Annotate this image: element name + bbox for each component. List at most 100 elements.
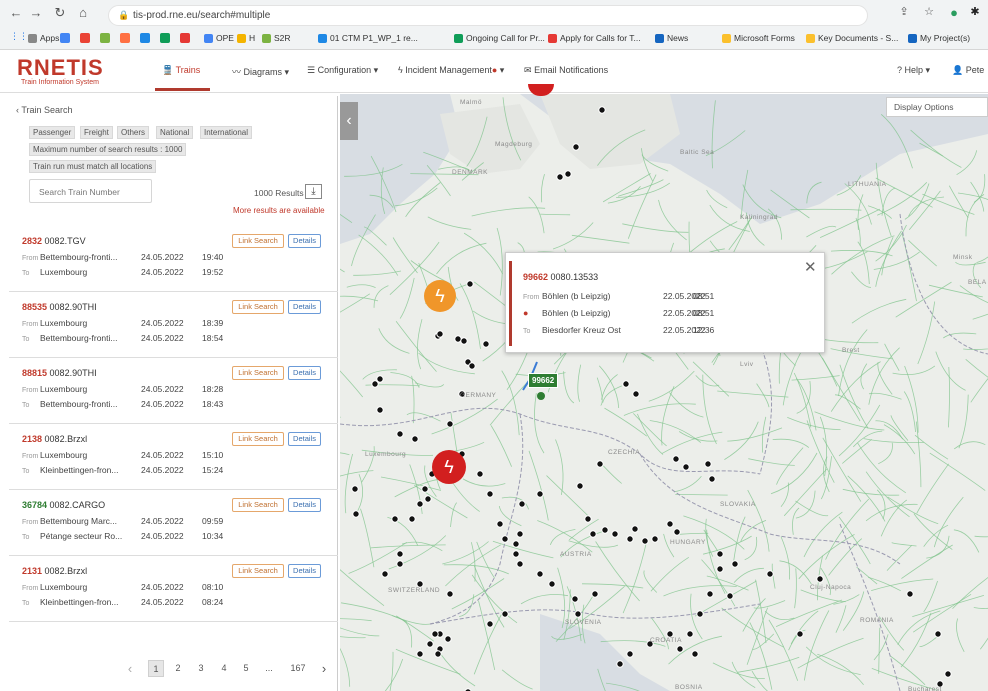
details-button[interactable]: Details <box>288 300 321 314</box>
reload-icon[interactable]: ↻ <box>51 5 69 21</box>
page-5[interactable]: 5 <box>238 660 254 677</box>
rne-logo[interactable]: RNETIS Train Information System <box>17 57 104 87</box>
collapse-panel-button[interactable]: ‹ <box>340 102 358 140</box>
nav-diagrams-label: Diagrams <box>243 67 283 77</box>
rail-line <box>915 421 922 488</box>
filter-chip-others[interactable]: Others <box>117 126 150 139</box>
rail-line <box>830 348 893 360</box>
to-time: 10:34 <box>202 531 224 541</box>
address-bar[interactable]: 🔒 tis-prod.rne.eu/search#multiple <box>108 5 868 26</box>
rail-line <box>878 627 881 674</box>
shortcut-favicon-icon[interactable] <box>160 33 170 43</box>
from-label: From <box>22 585 39 592</box>
next-page-icon[interactable]: › <box>316 660 332 677</box>
display-options-select[interactable]: Display Options <box>886 97 988 117</box>
page-167[interactable]: 167 <box>290 660 306 677</box>
user-menu[interactable]: 👤 Pete <box>952 65 984 76</box>
map-canvas[interactable]: DENMARK Baltic Sea LITHUANIA Kaliningrad GER… <box>340 94 988 691</box>
bookmark-item[interactable]: Ongoing Call for Pr... <box>454 31 545 45</box>
nav-configuration[interactable]: ☰ Configuration ▾ <box>307 65 378 76</box>
link-search-button[interactable]: Link Search <box>232 234 284 248</box>
nav-email-notifications[interactable]: ✉ Email Notifications <box>524 65 608 76</box>
download-icon[interactable]: ⤓ <box>305 184 322 199</box>
bookmark-item[interactable]: 01 CTM P1_WP_1 re... <box>318 31 418 45</box>
result-card[interactable]: 2131 0082.Brzxl Link Search Details From Lux… <box>9 556 338 622</box>
home-icon[interactable]: ⌂ <box>74 5 92 20</box>
train-position-label[interactable]: 99662 <box>528 373 559 388</box>
popup-station: Böhlen (b Leipzig) <box>542 291 611 301</box>
bookmark-item[interactable]: Apply for Calls for T... <box>548 31 641 45</box>
from-date: 24.05.2022 <box>141 318 184 328</box>
page-3[interactable]: 3 <box>193 660 209 677</box>
station-marker <box>673 528 681 536</box>
nav-trains[interactable]: 🚆 Trains <box>162 65 200 76</box>
details-button[interactable]: Details <box>288 432 321 446</box>
page-2[interactable]: 2 <box>170 660 186 677</box>
train-number-search-input[interactable]: Search Train Number <box>29 179 152 203</box>
bookmark-item[interactable]: Key Documents - S... <box>806 31 898 45</box>
link-search-button[interactable]: Link Search <box>232 366 284 380</box>
bookmark-item[interactable]: OPE <box>204 31 234 45</box>
back-to-search[interactable]: ‹ Train Search <box>16 105 73 115</box>
match-all-chip[interactable]: Train run must match all locations <box>29 160 157 173</box>
back-arrow-icon[interactable]: ← <box>7 5 25 20</box>
train-number: 88815 0082.90THI <box>22 368 97 378</box>
shortcut-favicon-icon[interactable] <box>80 33 90 43</box>
bookmark-item[interactable]: S2R <box>262 31 291 45</box>
filter-chip-international[interactable]: International <box>200 126 253 139</box>
bookmark-item[interactable]: Microsoft Forms <box>722 31 795 45</box>
filter-chip-national[interactable]: National <box>156 126 194 139</box>
bookmark-item[interactable]: My Project(s) <box>908 31 970 45</box>
extension-icon[interactable]: ● <box>945 5 963 20</box>
forward-arrow-icon[interactable]: → <box>27 5 45 20</box>
station-marker <box>626 535 634 543</box>
shortcut-favicon-icon[interactable] <box>140 33 150 43</box>
to-date: 24.05.2022 <box>141 531 184 541</box>
result-card[interactable]: 2138 0082.Brzxl Link Search Details From Lux… <box>9 424 338 490</box>
apps-grid-icon[interactable]: ⋮⋮ <box>10 31 28 42</box>
shortcut-favicon-icon[interactable] <box>60 33 70 43</box>
page-4[interactable]: 4 <box>216 660 232 677</box>
bookmark-item[interactable]: H <box>237 31 255 45</box>
filter-chip-freight[interactable]: Freight <box>80 126 113 139</box>
rail-line <box>873 634 889 661</box>
link-search-button[interactable]: Link Search <box>232 564 284 578</box>
link-search-button[interactable]: Link Search <box>232 432 284 446</box>
details-button[interactable]: Details <box>288 498 321 512</box>
help-menu[interactable]: ? Help ▾ <box>897 65 930 76</box>
details-button[interactable]: Details <box>288 234 321 248</box>
train-position-marker[interactable] <box>537 392 545 400</box>
details-button[interactable]: Details <box>288 564 321 578</box>
bookmark-item[interactable]: News <box>655 31 688 45</box>
nav-incident-management[interactable]: ϟ Incident Management● ▾ <box>398 65 504 76</box>
rail-line <box>806 420 835 483</box>
filter-chip-passenger[interactable]: Passenger <box>29 126 76 139</box>
shortcut-favicon-icon[interactable] <box>180 33 190 43</box>
bookmark-item[interactable]: Apps <box>28 31 59 45</box>
map-label: Kaliningrad <box>740 214 778 221</box>
nav-diagrams[interactable]: 〰 Diagrams ▾ <box>232 65 289 78</box>
link-search-button[interactable]: Link Search <box>232 300 284 314</box>
rail-network-map[interactable]: DENMARK Baltic Sea LITHUANIA Kaliningrad GER… <box>340 94 988 691</box>
incident-marker-orange[interactable]: ϟ <box>424 280 456 312</box>
shortcut-favicon-icon[interactable] <box>100 33 110 43</box>
rail-line <box>838 329 868 396</box>
details-button[interactable]: Details <box>288 366 321 380</box>
page-1[interactable]: 1 <box>148 660 164 677</box>
station-marker <box>512 540 520 548</box>
result-card[interactable]: 88815 0082.90THI Link Search Details From Lu… <box>9 358 338 424</box>
puzzle-icon[interactable]: ✱ <box>966 5 984 18</box>
share-icon[interactable]: ⇪ <box>895 5 913 18</box>
link-search-button[interactable]: Link Search <box>232 498 284 512</box>
result-card[interactable]: 36784 0082.CARGO Link Search Details From Be… <box>9 490 338 556</box>
bookmark-star-icon[interactable]: ☆ <box>920 5 938 18</box>
incident-marker-red[interactable]: ϟ <box>432 450 466 484</box>
popup-row-label: To <box>523 328 531 335</box>
to-label: To <box>22 402 30 409</box>
result-card[interactable]: 88535 0082.90THI Link Search Details From Lu… <box>9 292 338 358</box>
bookmark-label: S2R <box>274 33 291 43</box>
close-icon[interactable]: ✕ <box>804 258 817 276</box>
shortcut-favicon-icon[interactable] <box>120 33 130 43</box>
result-card[interactable]: 2832 0082.TGV Link Search Details From Bette… <box>9 226 338 292</box>
prev-page-icon[interactable]: ‹ <box>122 660 138 677</box>
